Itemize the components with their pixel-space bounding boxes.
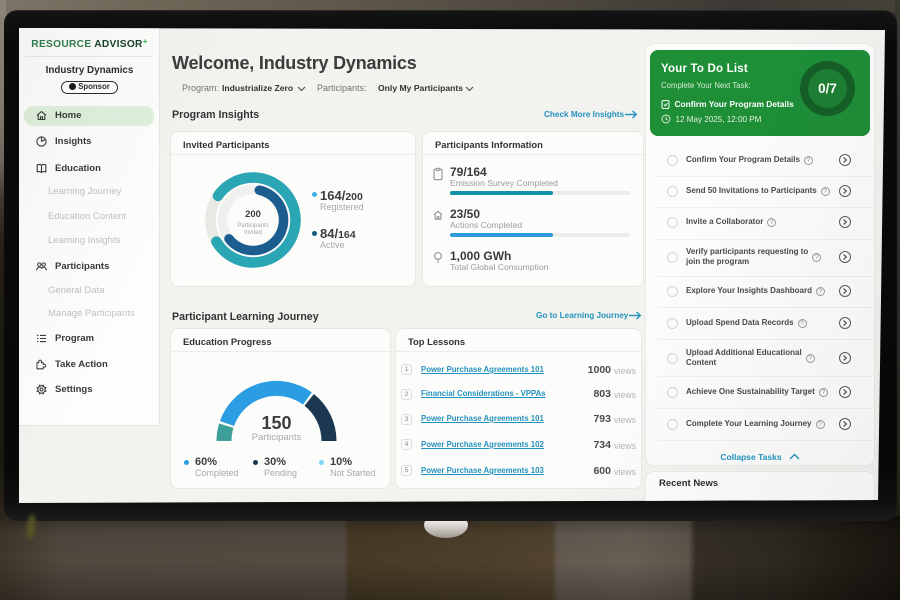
svg-text:Participants: Participants [237,223,268,229]
svg-text:Invited: Invited [244,230,262,236]
svg-text:200: 200 [245,209,261,220]
